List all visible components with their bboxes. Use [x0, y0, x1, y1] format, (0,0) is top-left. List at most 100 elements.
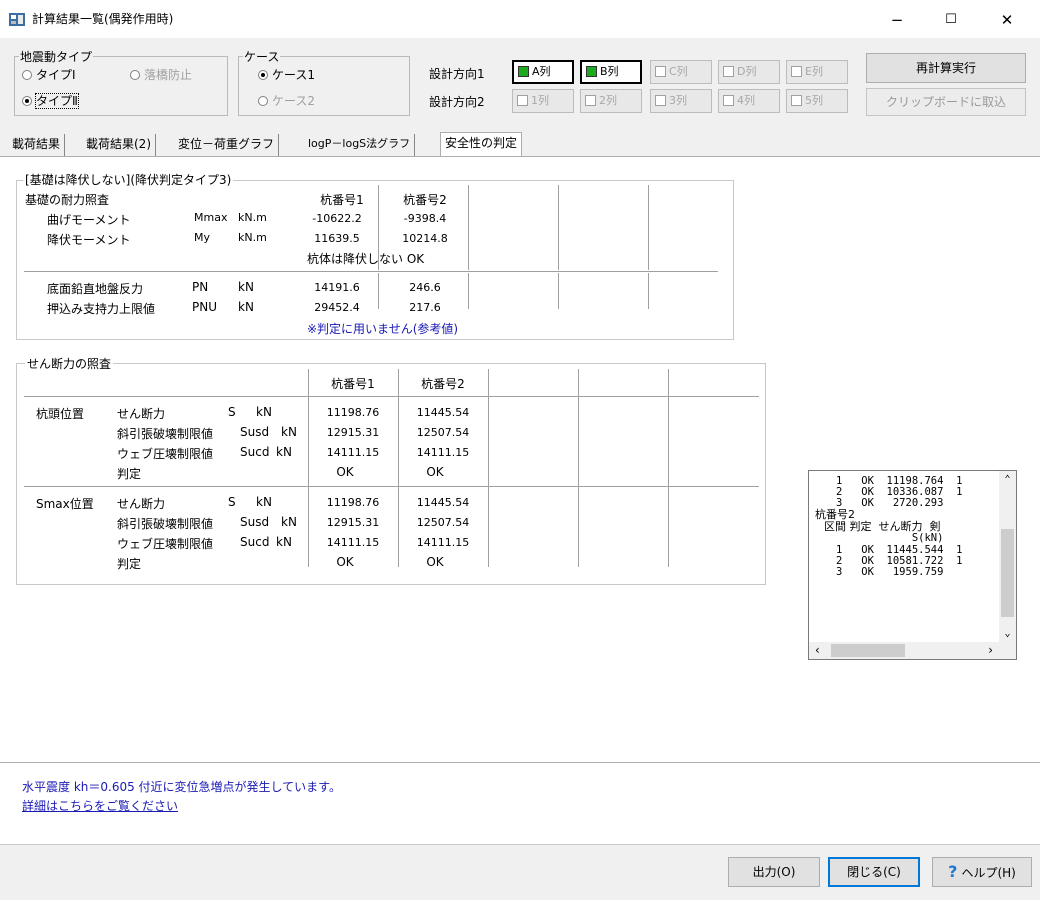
dir2-4-button[interactable]: 4列 — [718, 89, 780, 113]
dir1-c-button[interactable]: C列 — [650, 60, 712, 84]
g2-sec2-r2-v1: 12915.31 — [326, 516, 380, 529]
group1-col1-header: 杭番号1 — [320, 193, 364, 207]
help-icon: ? — [948, 862, 958, 881]
g2-sec2-r4-v2: OK — [426, 555, 444, 569]
hscroll-thumb[interactable] — [831, 644, 905, 657]
g1-row4-v2: 217.6 — [409, 301, 441, 314]
minimize-button[interactable]: − — [874, 6, 920, 34]
g2-sec1-r2-v2: 12507.54 — [416, 426, 470, 439]
g1-row2-v2: 10214.8 — [402, 232, 448, 245]
case-legend: ケース — [244, 50, 280, 64]
g1-row4-v1: 29452.4 — [314, 301, 360, 314]
g1-row4-unit: kN — [238, 300, 254, 314]
g1-row2-label: 降伏モーメント — [47, 233, 131, 247]
tab-load-result-2[interactable]: 載荷結果(2) — [82, 134, 156, 156]
g2-sec2-r4-v1: OK — [336, 555, 354, 569]
radio-type2[interactable]: タイプⅡ — [22, 92, 79, 109]
g2-sec1-r3-v1: 14111.15 — [326, 446, 380, 459]
radio-type1[interactable]: タイプⅠ — [22, 66, 76, 83]
g2-sec2-r3-sym: Sucd — [240, 535, 270, 549]
g2-sec1-r1-v2: 11445.54 — [416, 406, 470, 419]
close-button[interactable]: 閉じる(C) — [828, 857, 920, 887]
g2-sec1-r4-label: 判定 — [117, 467, 142, 481]
listbox-line: 区間 判定 せん断力 剣 — [817, 520, 941, 533]
g1-row4-label: 押込み支持力上限値 — [47, 302, 156, 316]
listbox-line: 3 OK 1959.759 — [817, 566, 944, 578]
scroll-right-icon[interactable]: › — [982, 642, 999, 659]
design-dir1-label: 設計方向1 — [429, 67, 485, 81]
scroll-down-icon[interactable]: ⌄ — [999, 625, 1016, 642]
g2-sec2-r1-v1: 11198.76 — [326, 496, 380, 509]
g2-sec2-r2-label: 斜引張破壊制限値 — [117, 517, 214, 531]
g1-row3-v2: 246.6 — [409, 281, 441, 294]
g2-sec1-r2-sym: Susd — [240, 425, 270, 439]
group1-title: [基礎は降伏しない](降伏判定タイプ3) — [23, 171, 234, 188]
g1-row3-v1: 14191.6 — [314, 281, 360, 294]
close-window-button[interactable]: ✕ — [984, 6, 1030, 34]
g2-sec2-r3-label: ウェブ圧壊制限値 — [117, 537, 214, 551]
tab-disp-load-graph[interactable]: 変位－荷重グラフ — [174, 134, 280, 156]
g2-sec2-r3-v1: 14111.15 — [326, 536, 380, 549]
result-listbox[interactable]: 1 OK 11198.764 1 2 OK 10336.087 1 3 OK 2… — [808, 470, 1017, 660]
output-button[interactable]: 出力(O) — [728, 857, 820, 887]
g2-sec2-r1-v2: 11445.54 — [416, 496, 470, 509]
listbox-line: 杭番号2 — [815, 508, 855, 521]
dir1-b-button[interactable]: B列 — [580, 60, 642, 84]
tab-load-result[interactable]: 載荷結果 — [8, 134, 66, 156]
group2-col1-header: 杭番号1 — [331, 377, 375, 391]
g2-sec1-r2-v1: 12915.31 — [326, 426, 380, 439]
g2-sec2-r3-unit: kN — [276, 535, 292, 549]
radio-bridge[interactable]: 落橋防止 — [130, 66, 192, 83]
g2-sec2-r2-unit: kN — [281, 515, 297, 529]
vscroll-thumb[interactable] — [1001, 529, 1014, 617]
message-area: 水平震度 kh＝0.605 付近に変位急増点が発生しています。 詳細はこちらをご… — [0, 762, 1040, 844]
g2-sec1-r2-label: 斜引張破壊制限値 — [117, 427, 214, 441]
group2-col2-header: 杭番号2 — [421, 377, 465, 391]
dir2-5-button[interactable]: 5列 — [786, 89, 848, 113]
app-icon — [9, 13, 25, 26]
g2-sec1-r1-label: せん断力 — [117, 407, 166, 421]
g2-sec2-r1-unit: kN — [256, 495, 272, 509]
tab-logp-logs-graph[interactable]: logP－logS法グラフ — [304, 134, 416, 156]
g1-row1-v2: -9398.4 — [403, 212, 447, 225]
g1-row2-sym: My — [194, 231, 211, 244]
recalc-button[interactable]: 再計算実行 — [866, 53, 1026, 83]
clipboard-button[interactable]: クリップボードに取込 — [866, 88, 1026, 116]
result-panel: [基礎は降伏しない](降伏判定タイプ3) 基礎の耐力照査 杭番号1 杭番号2 曲… — [0, 156, 1040, 762]
g2-sec2-r2-v2: 12507.54 — [416, 516, 470, 529]
scroll-left-icon[interactable]: ‹ — [809, 642, 826, 659]
g2-sec2-r4-label: 判定 — [117, 557, 142, 571]
bottom-bar: 出力(O) 閉じる(C) ? ヘルプ(H) — [0, 844, 1040, 900]
radio-case1[interactable]: ケース1 — [258, 66, 315, 83]
g2-sec1-r3-label: ウェブ圧壊制限値 — [117, 447, 214, 461]
g2-sec1-r4-v1: OK — [336, 465, 354, 479]
help-button[interactable]: ? ヘルプ(H) — [932, 857, 1032, 887]
scroll-up-icon[interactable]: ⌃ — [999, 471, 1016, 488]
design-dir2-label: 設計方向2 — [429, 95, 485, 109]
g1-row1-unit: kN.m — [238, 211, 267, 224]
details-link[interactable]: 詳細はこちらをご覧ください — [22, 797, 178, 814]
dir1-a-button[interactable]: A列 — [512, 60, 574, 84]
g1-row1-v1: -10622.2 — [312, 212, 362, 225]
g2-sec1-r4-v2: OK — [426, 465, 444, 479]
listbox-hscrollbar[interactable]: ‹ › — [809, 642, 999, 659]
g2-sec1-pos: 杭頭位置 — [36, 407, 85, 421]
g1-row2-v1: 11639.5 — [314, 232, 360, 245]
dir2-1-button[interactable]: 1列 — [512, 89, 574, 113]
radio-case2[interactable]: ケース2 — [258, 92, 315, 109]
dir1-d-button[interactable]: D列 — [718, 60, 780, 84]
g2-sec1-r1-sym: S — [228, 405, 236, 419]
dir1-e-button[interactable]: E列 — [786, 60, 848, 84]
g1-row3-sym: PN — [192, 280, 209, 294]
dir2-3-button[interactable]: 3列 — [650, 89, 712, 113]
g2-sec1-r1-v1: 11198.76 — [326, 406, 380, 419]
listbox-line: S(kN) — [817, 532, 944, 544]
quake-type-legend: 地震動タイプ — [20, 50, 93, 64]
title-bar: 計算結果一覧(偶発作用時) − ☐ ✕ — [0, 0, 1040, 38]
group1-col2-header: 杭番号2 — [403, 193, 447, 207]
dir2-2-button[interactable]: 2列 — [580, 89, 642, 113]
maximize-button[interactable]: ☐ — [928, 6, 974, 34]
tab-safety-judgement[interactable]: 安全性の判定 — [440, 132, 523, 156]
g1-row1-label: 曲げモーメント — [47, 213, 131, 227]
listbox-vscrollbar[interactable]: ⌃ ⌄ — [999, 471, 1016, 642]
